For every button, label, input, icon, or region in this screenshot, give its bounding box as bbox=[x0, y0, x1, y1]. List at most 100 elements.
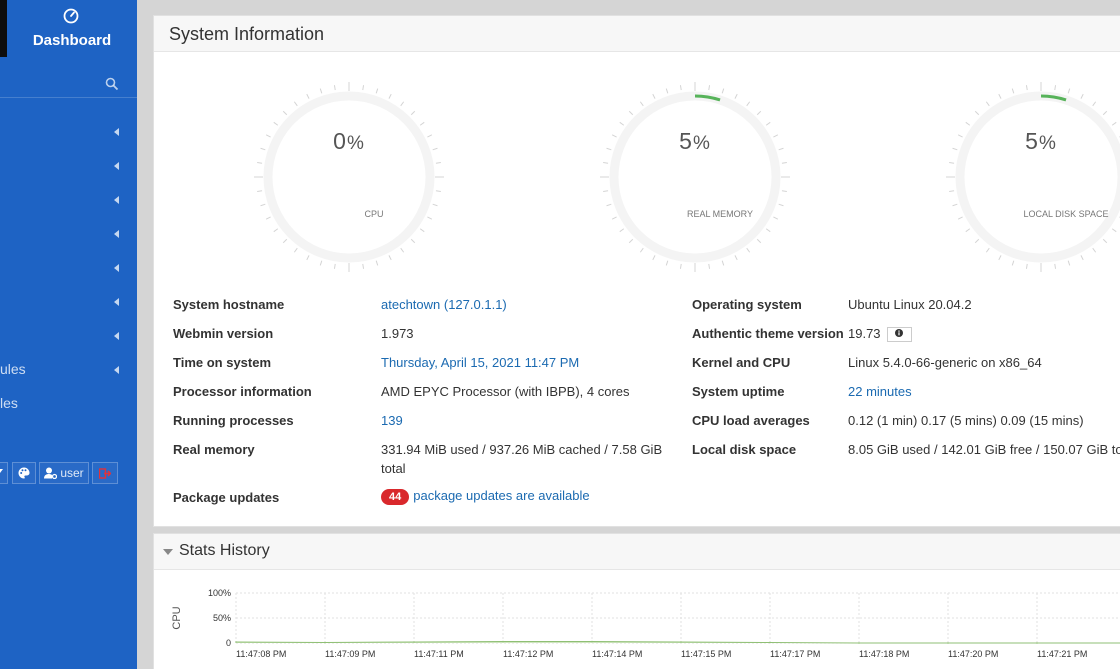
gauge-tick bbox=[293, 247, 298, 253]
y-tick-label: 100% bbox=[208, 588, 231, 598]
info-key: System uptime bbox=[692, 384, 785, 399]
y-tick-label: 0 bbox=[226, 638, 231, 648]
filter-button[interactable] bbox=[0, 462, 8, 484]
cpu-data-point bbox=[413, 641, 415, 643]
sidebar-item-modules-2[interactable]: les bbox=[0, 393, 137, 415]
system-information-panel: System Information 0% CPU 5% REAL MEMORY… bbox=[153, 15, 1120, 527]
package-updates-link[interactable]: package updates are available bbox=[413, 488, 589, 503]
chevron-left-icon bbox=[114, 196, 119, 204]
search-icon[interactable] bbox=[105, 77, 119, 91]
panel-header: System Information bbox=[154, 16, 1120, 52]
gauge-tick bbox=[435, 190, 441, 193]
y-tick-label: 50% bbox=[213, 613, 231, 623]
user-label: user bbox=[60, 466, 84, 480]
gauge-value: 0% bbox=[254, 128, 444, 155]
x-tick-label: 11:47:08 PM bbox=[236, 649, 286, 659]
sidebar-item-7[interactable] bbox=[0, 325, 137, 347]
x-tick-label: 11:47:21 PM bbox=[1037, 649, 1087, 659]
gauge-tick bbox=[273, 228, 279, 233]
chevron-left-icon bbox=[114, 366, 119, 374]
gauge-tick bbox=[665, 260, 669, 266]
gauge-tick bbox=[257, 161, 263, 164]
gauge-tick bbox=[974, 110, 980, 116]
info-value: 0.12 (1 min) 0.17 (5 mins) 0.09 (15 mins… bbox=[848, 413, 1084, 428]
gauge-tick bbox=[652, 255, 656, 261]
gauge-tick bbox=[375, 88, 379, 94]
gauge-tick bbox=[410, 238, 416, 244]
x-tick-label: 11:47:09 PM bbox=[325, 649, 375, 659]
info-value: Linux 5.4.0-66-generic on x86_64 bbox=[848, 355, 1042, 370]
cpu-gauge: 0% CPU bbox=[254, 82, 444, 272]
x-tick-label: 11:47:17 PM bbox=[770, 649, 820, 659]
gauge-tick bbox=[721, 88, 725, 94]
dashboard-label[interactable]: Dashboard bbox=[0, 32, 144, 49]
info-key: Time on system bbox=[173, 355, 272, 370]
gauge-tick bbox=[746, 101, 751, 107]
gauge-unit: % bbox=[692, 133, 711, 154]
gauge-unit: % bbox=[1038, 133, 1057, 154]
sidebar-item-3[interactable] bbox=[0, 189, 137, 211]
gauge-tick bbox=[765, 228, 771, 233]
sidebar-item-1[interactable] bbox=[0, 121, 137, 143]
gauge-tick bbox=[388, 255, 392, 261]
gauge-tick bbox=[781, 161, 787, 164]
gauge-tick bbox=[778, 203, 784, 207]
logout-button[interactable] bbox=[92, 462, 118, 484]
sidebar-item-2[interactable] bbox=[0, 155, 137, 177]
gauge-tick bbox=[282, 238, 288, 244]
sidebar-item-4[interactable] bbox=[0, 223, 137, 245]
gauge-tick bbox=[1092, 101, 1097, 107]
gauge-tick bbox=[273, 121, 279, 126]
gauge-tick bbox=[1102, 238, 1108, 244]
time-link[interactable]: Thursday, April 15, 2021 11:47 PM bbox=[381, 355, 579, 370]
gauge-label: CPU bbox=[364, 209, 384, 219]
gauge-tick bbox=[293, 101, 298, 107]
user-button[interactable]: user bbox=[39, 462, 89, 484]
gauge-number: 5 bbox=[1025, 128, 1039, 154]
info-value-continued: total bbox=[381, 461, 406, 476]
gauge-dial bbox=[600, 82, 790, 272]
info-key: Authentic theme version bbox=[692, 326, 844, 341]
sidebar-search[interactable] bbox=[0, 70, 137, 98]
cpu-data-point bbox=[680, 641, 682, 643]
gauge-tick bbox=[1054, 263, 1057, 269]
hostname-link[interactable]: atechtown (127.0.1.1) bbox=[381, 297, 507, 312]
gauge-tick bbox=[1111, 121, 1117, 126]
gauge-tick bbox=[619, 228, 625, 233]
collapse-triangle-icon[interactable] bbox=[163, 549, 173, 555]
cpu-data-point bbox=[502, 640, 504, 643]
gauge-tick bbox=[639, 101, 644, 107]
gauge-tick bbox=[665, 88, 669, 94]
gauge-tick bbox=[734, 93, 738, 99]
gauge-tick bbox=[1011, 260, 1015, 266]
sidebar-toolbar: user bbox=[0, 462, 137, 484]
chevron-left-icon bbox=[114, 264, 119, 272]
sidebar-item-modules[interactable]: ules bbox=[0, 359, 137, 381]
sidebar-header[interactable]: Dashboard bbox=[0, 0, 137, 57]
sidebar-item-label: ules bbox=[0, 361, 26, 377]
cpu-data-point bbox=[947, 642, 949, 644]
processes-link[interactable]: 139 bbox=[381, 413, 403, 428]
gauge-tick bbox=[319, 260, 323, 266]
gauge-tick bbox=[734, 255, 738, 261]
cpu-data-point bbox=[858, 642, 860, 644]
gauge-tick bbox=[306, 255, 310, 261]
stats-header[interactable]: Stats History bbox=[154, 534, 1120, 570]
uptime-link[interactable]: 22 minutes bbox=[848, 384, 912, 399]
gauge-tick bbox=[1102, 110, 1108, 116]
gauge-tick bbox=[756, 110, 762, 116]
gauge-tick bbox=[400, 101, 405, 107]
info-button[interactable] bbox=[886, 327, 912, 343]
gauge-tick bbox=[679, 85, 682, 91]
sidebar-item-5[interactable] bbox=[0, 257, 137, 279]
gauge-tick bbox=[1092, 247, 1097, 253]
gauge-tick bbox=[333, 263, 336, 269]
gauge-tick bbox=[965, 228, 971, 233]
sidebar-item-6[interactable] bbox=[0, 291, 137, 313]
sidebar: Dashboard ules les user bbox=[0, 0, 137, 669]
gauge-number: 5 bbox=[679, 128, 693, 154]
gauge-tick bbox=[949, 190, 955, 193]
theme-button[interactable] bbox=[12, 462, 36, 484]
gauge-value: 5% bbox=[946, 128, 1120, 155]
gauge-tick bbox=[721, 260, 725, 266]
